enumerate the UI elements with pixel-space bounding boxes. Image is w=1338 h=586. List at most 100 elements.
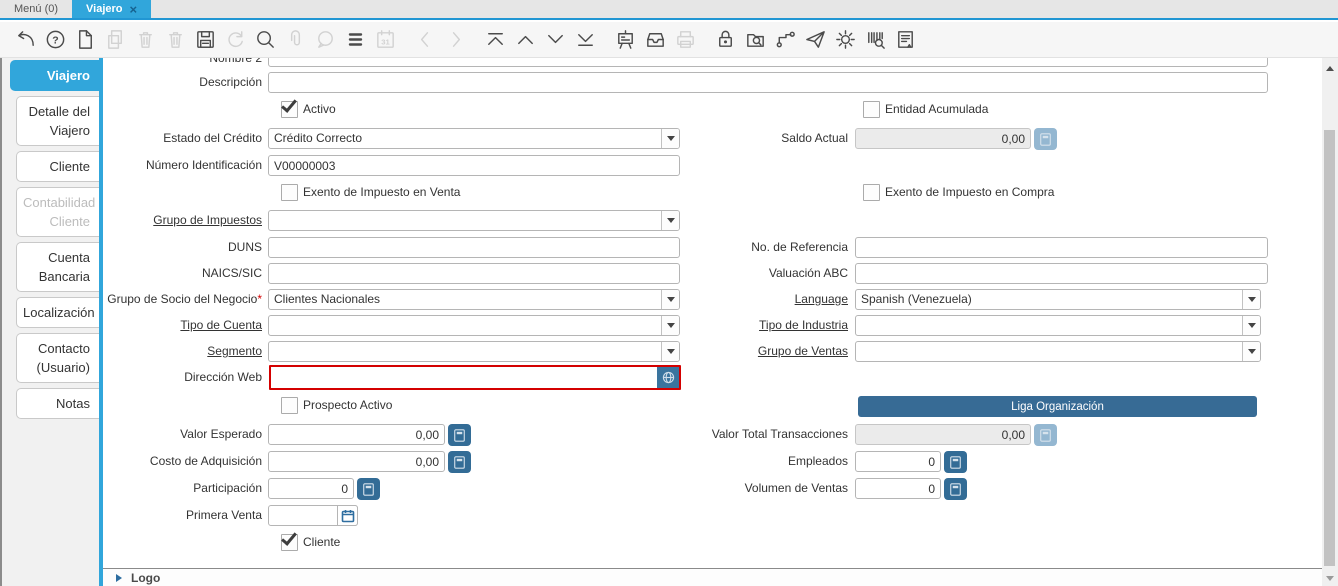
grupo-impuestos-select[interactable]	[268, 210, 680, 231]
exento-impuesto-venta-checkbox[interactable]: Exento de Impuesto en Venta	[281, 183, 460, 201]
lock-icon[interactable]	[710, 25, 740, 55]
empleados-input[interactable]	[855, 451, 941, 472]
field-label-grupo-socio[interactable]: Grupo de Socio del Negocio*	[103, 289, 262, 310]
field-label-volumen-ventas: Volumen de Ventas	[744, 481, 848, 495]
calculator-button[interactable]	[944, 478, 967, 500]
direccion-web-input[interactable]	[271, 367, 657, 388]
tab-menu-label: Menú (0)	[14, 3, 59, 15]
field-label-valor-esperado: Valor Esperado	[180, 427, 262, 441]
chat-icon[interactable]	[310, 25, 340, 55]
help-icon[interactable]: ?	[40, 25, 70, 55]
sidebar-item-cuenta-bancaria[interactable]: Cuenta Bancaria	[16, 242, 100, 292]
sidebar-item-detalle-del-viajero[interactable]: Detalle del Viajero	[16, 96, 100, 146]
segmento-select[interactable]	[268, 341, 680, 362]
language-select[interactable]: Spanish (Venezuela)	[855, 289, 1261, 310]
exento-impuesto-compra-checkbox[interactable]: Exento de Impuesto en Compra	[863, 183, 1054, 201]
copy-record-icon[interactable]	[100, 25, 130, 55]
field-label-tipo-cuenta[interactable]: Tipo de Cuenta	[103, 315, 262, 336]
chevron-down-icon[interactable]	[1242, 290, 1260, 309]
calendar-picker-icon[interactable]	[337, 505, 358, 526]
calendar-icon[interactable]: 31	[370, 25, 400, 55]
chevron-down-icon[interactable]	[1242, 342, 1260, 361]
print-icon[interactable]	[670, 25, 700, 55]
previous-record-icon[interactable]	[410, 25, 440, 55]
sidebar-item-cliente[interactable]: Cliente	[16, 151, 100, 182]
tab-menu[interactable]: Menú (0)	[0, 0, 72, 18]
new-record-icon[interactable]	[70, 25, 100, 55]
request-icon[interactable]	[800, 25, 830, 55]
next-record-icon[interactable]	[440, 25, 470, 55]
preferences-icon[interactable]	[830, 25, 860, 55]
checkbox-box	[863, 183, 880, 201]
find-icon[interactable]	[250, 25, 280, 55]
nombre2-input[interactable]	[268, 58, 1268, 67]
field-label-valuacion-abc: Valuación ABC	[768, 266, 848, 280]
tipo-industria-select[interactable]	[855, 315, 1261, 336]
parent-record-icon[interactable]	[510, 25, 540, 55]
duns-input[interactable]	[268, 237, 680, 258]
last-record-icon[interactable]	[570, 25, 600, 55]
estado-credito-select[interactable]: Crédito Correcto	[268, 128, 680, 149]
sidebar-item-viajero[interactable]: Viajero	[10, 60, 100, 91]
save-icon[interactable]	[190, 25, 220, 55]
vertical-scrollbar[interactable]	[1322, 58, 1338, 586]
calculator-button[interactable]	[357, 478, 380, 500]
delete-record-icon[interactable]	[130, 25, 160, 55]
attachment-icon[interactable]	[280, 25, 310, 55]
tipo-cuenta-select[interactable]	[268, 315, 680, 336]
logo-section-header[interactable]: Logo	[103, 568, 1322, 586]
report-icon[interactable]	[890, 25, 920, 55]
volumen-ventas-input[interactable]	[855, 478, 941, 499]
sidebar-item-notas[interactable]: Notas	[16, 388, 100, 419]
liga-organizacion-button[interactable]: Liga Organización	[858, 396, 1257, 417]
chevron-down-icon[interactable]	[661, 211, 679, 230]
grupo-socio-select[interactable]: Clientes Nacionales	[268, 289, 680, 310]
tab-viajero[interactable]: Viajero ×	[72, 0, 152, 18]
no-referencia-input[interactable]	[855, 237, 1268, 258]
sidebar-item-contacto-usuario[interactable]: Contacto (Usuario)	[16, 333, 100, 383]
checkbox-box	[863, 100, 880, 118]
globe-icon[interactable]	[657, 367, 679, 388]
refresh-icon[interactable]	[220, 25, 250, 55]
field-label-language[interactable]: Language	[648, 289, 848, 310]
calculator-button[interactable]	[944, 451, 967, 473]
grid-toggle-icon[interactable]	[340, 25, 370, 55]
detail-view-icon[interactable]	[610, 25, 640, 55]
scroll-down-icon[interactable]	[1322, 570, 1338, 586]
product-info-icon[interactable]	[860, 25, 890, 55]
archive-icon[interactable]	[640, 25, 670, 55]
expand-arrow-icon[interactable]	[116, 573, 122, 582]
field-label-tipo-industria[interactable]: Tipo de Industria	[648, 315, 848, 336]
required-asterisk: *	[257, 292, 262, 306]
workflow-icon[interactable]	[770, 25, 800, 55]
costo-adquisicion-input[interactable]	[268, 451, 445, 472]
calculator-button[interactable]	[448, 424, 471, 446]
calculator-button[interactable]	[448, 451, 471, 473]
entidad-acumulada-checkbox[interactable]: Entidad Acumulada	[863, 100, 988, 118]
numero-identificacion-input[interactable]	[268, 155, 680, 176]
delete-selection-icon[interactable]	[160, 25, 190, 55]
undo-icon[interactable]	[10, 25, 40, 55]
close-icon[interactable]: ×	[130, 3, 138, 16]
detail-record-icon[interactable]	[540, 25, 570, 55]
valuacion-abc-input[interactable]	[855, 263, 1268, 284]
cliente-checkbox[interactable]: Cliente	[281, 528, 340, 551]
naics-input[interactable]	[268, 263, 680, 284]
grupo-ventas-select[interactable]	[855, 341, 1261, 362]
prospecto-activo-checkbox[interactable]: Prospecto Activo	[281, 396, 392, 414]
first-record-icon[interactable]	[480, 25, 510, 55]
participacion-input[interactable]	[268, 478, 354, 499]
descripcion-input[interactable]	[268, 72, 1268, 93]
field-label-segmento[interactable]: Segmento	[103, 341, 262, 362]
chevron-down-icon[interactable]	[1242, 316, 1260, 335]
activo-checkbox[interactable]: Activo	[281, 95, 336, 118]
field-label-grupo-impuestos[interactable]: Grupo de Impuestos	[103, 210, 262, 231]
field-label-grupo-ventas[interactable]: Grupo de Ventas	[648, 341, 848, 362]
svg-text:31: 31	[381, 37, 390, 46]
scrollbar-thumb[interactable]	[1324, 130, 1335, 566]
sidebar-item-contabilidad-cliente: Contabilidad Cliente	[16, 187, 100, 237]
sidebar-item-localizacion[interactable]: Localización	[16, 297, 100, 328]
valor-esperado-input[interactable]	[268, 424, 445, 445]
zoom-across-icon[interactable]	[740, 25, 770, 55]
scroll-up-icon[interactable]	[1322, 60, 1338, 76]
